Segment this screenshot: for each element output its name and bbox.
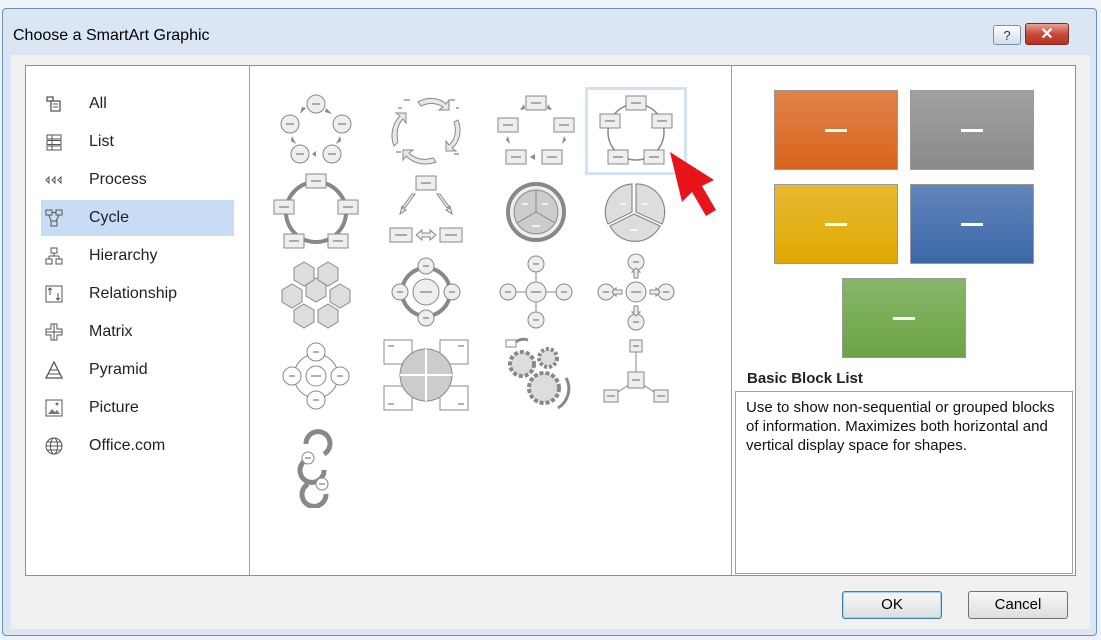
content-panes: All List Process Cycle Hierarchy Relatio… [25, 65, 1076, 576]
category-item-list[interactable]: List [41, 124, 234, 160]
placeholder-dash [961, 223, 983, 226]
close-button[interactable]: ✕ [1025, 23, 1069, 45]
category-item-all[interactable]: All [41, 86, 234, 122]
hexagon-radial-icon [281, 261, 351, 329]
layout-continuous-block-process[interactable] [376, 168, 476, 254]
radial-list-icon [603, 339, 669, 403]
smartart-dialog: Choose a SmartArt Graphic ? ✕ All List P… [2, 8, 1097, 636]
dialog-title: Choose a SmartArt Graphic [13, 27, 210, 44]
hierarchy-icon [45, 247, 63, 265]
layout-radial-cycle[interactable] [376, 248, 476, 334]
preview-block-1 [774, 90, 898, 170]
category-item-relationship[interactable]: Relationship [41, 276, 234, 312]
matrix-icon [45, 323, 63, 341]
layout-gallery [250, 66, 732, 575]
all-icon [46, 96, 61, 112]
continuous-block-icon [389, 175, 463, 243]
category-label: Pyramid [89, 361, 148, 378]
layout-basic-radial[interactable] [486, 248, 586, 334]
dialog-body: All List Process Cycle Hierarchy Relatio… [11, 55, 1090, 629]
category-label: Cycle [89, 209, 130, 226]
layout-block-cycle[interactable] [486, 88, 586, 174]
category-label: Matrix [89, 323, 133, 340]
layout-basic-cycle[interactable] [266, 88, 366, 174]
basic-radial-icon [499, 255, 573, 329]
category-label: Picture [89, 399, 139, 416]
title-bar[interactable]: Choose a SmartArt Graphic ? ✕ [3, 9, 1096, 55]
category-list: All List Process Cycle Hierarchy Relatio… [26, 66, 250, 575]
layout-segmented-cycle[interactable] [266, 168, 366, 254]
layout-gear[interactable] [486, 332, 586, 418]
diverging-radial-icon [597, 253, 675, 331]
placeholder-dash [825, 223, 847, 226]
preview-block-4 [910, 184, 1034, 264]
radial-venn-icon [282, 342, 350, 410]
layout-cycle-matrix[interactable] [486, 168, 586, 254]
placeholder-dash [893, 317, 915, 320]
process-icon [45, 175, 62, 185]
ok-button[interactable]: OK [842, 591, 942, 619]
cycle-matrix-blocks-icon [383, 339, 469, 411]
category-label: Hierarchy [89, 247, 158, 264]
layout-diverging-radial[interactable] [586, 248, 686, 334]
preview-block-2 [910, 90, 1034, 170]
cycle-icon [45, 209, 63, 227]
cancel-button[interactable]: Cancel [968, 591, 1068, 619]
category-item-picture[interactable]: Picture [41, 390, 234, 426]
layout-description: Use to show non-sequential or grouped bl… [735, 391, 1073, 574]
gear-icon [505, 337, 571, 410]
category-item-office-com[interactable]: Office.com [41, 428, 234, 464]
cycle-matrix-icon [506, 182, 566, 242]
help-button[interactable]: ? [993, 25, 1021, 45]
preview-pane: Basic Block List Use to show non-sequent… [732, 66, 1075, 575]
layout-cycle-matrix-blocks[interactable] [376, 332, 476, 418]
category-item-process[interactable]: Process [41, 162, 234, 198]
list-icon [46, 134, 62, 151]
basic-cycle-icon [280, 94, 352, 164]
placeholder-dash [961, 129, 983, 132]
pointer-arrow-icon [670, 152, 716, 216]
radial-cycle-icon [391, 257, 461, 327]
category-item-hierarchy[interactable]: Hierarchy [41, 238, 234, 274]
preview-block-5 [842, 278, 966, 358]
layout-hexagon-radial[interactable] [266, 248, 366, 334]
category-label: Relationship [89, 285, 178, 302]
layout-multidirectional-cycle[interactable] [266, 422, 366, 508]
picture-icon [45, 399, 63, 417]
category-label: Office.com [89, 437, 166, 454]
category-item-cycle[interactable]: Cycle [41, 200, 234, 236]
relationship-icon [45, 285, 63, 303]
segmented-cycle-icon [273, 173, 359, 249]
preview-block-3 [774, 184, 898, 264]
globe-icon [45, 437, 63, 455]
placeholder-dash [825, 129, 847, 132]
category-label: Process [89, 171, 147, 188]
layout-radial-list[interactable] [586, 332, 686, 418]
layout-title: Basic Block List [747, 370, 863, 387]
category-label: All [89, 95, 107, 112]
layout-text-cycle[interactable] [376, 88, 476, 174]
category-label: List [89, 133, 114, 150]
layout-radial-venn[interactable] [266, 332, 366, 418]
block-cycle-icon [497, 95, 575, 165]
category-item-pyramid[interactable]: Pyramid [41, 352, 234, 388]
category-item-matrix[interactable]: Matrix [41, 314, 234, 350]
pyramid-icon [45, 361, 63, 379]
text-cycle-icon [391, 97, 461, 165]
multidirectional-cycle-icon [297, 429, 333, 508]
